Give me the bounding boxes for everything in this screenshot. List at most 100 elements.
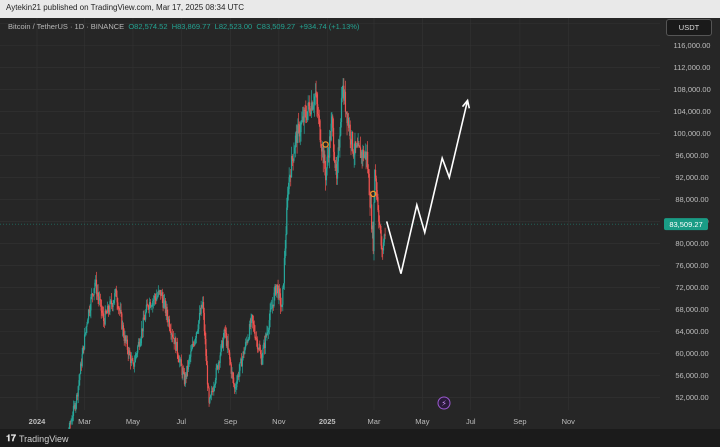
candle-body	[215, 367, 217, 381]
symbol-name: Bitcoin / TetherUS · 1D · BINANCE	[8, 22, 125, 31]
candle-body	[219, 355, 221, 364]
candle-body	[359, 145, 361, 148]
candle-body	[189, 356, 191, 359]
candle-body	[145, 312, 147, 320]
candle-body	[217, 362, 220, 369]
candle-body	[166, 306, 168, 316]
candle-body	[297, 123, 299, 143]
candle-body	[284, 248, 286, 258]
x-tick-label: Nov	[562, 417, 576, 426]
y-tick-label: 108,000.00	[673, 85, 711, 94]
candle-body	[275, 284, 278, 295]
candle-body	[233, 377, 235, 385]
x-tick-label: Mar	[368, 417, 381, 426]
candle-body	[115, 289, 117, 297]
candle-body	[317, 104, 319, 115]
candle-body	[113, 300, 115, 304]
candle-body	[286, 207, 288, 235]
candle-body	[79, 374, 81, 381]
candle-body	[313, 96, 316, 105]
y-tick-label: 64,000.00	[675, 327, 708, 336]
candle-body	[100, 299, 102, 311]
candle-body	[206, 365, 209, 385]
candle-body	[85, 326, 87, 333]
price-chart[interactable]: 52,000.00 56,000.00 60,000.00 64,000.00 68,0…	[0, 0, 720, 447]
y-tick-label: 104,000.00	[673, 107, 711, 116]
candle-body	[103, 313, 105, 322]
x-tick-label: 2024	[29, 417, 47, 426]
candle-body	[235, 387, 237, 389]
candle-body	[209, 397, 211, 403]
candle-body	[126, 339, 128, 350]
candle-body	[316, 94, 318, 105]
candle-body	[191, 348, 193, 352]
currency-button[interactable]: USDT	[666, 19, 712, 36]
candle-body	[281, 304, 283, 307]
candle-body	[264, 335, 266, 349]
candle-body	[250, 317, 252, 327]
candle-body	[241, 358, 243, 367]
candle-body	[145, 304, 148, 313]
candle-body	[110, 300, 113, 305]
candle-body	[228, 348, 230, 353]
candle-body	[291, 155, 293, 160]
candle-body	[326, 156, 328, 169]
x-tick-label: 2025	[319, 417, 336, 426]
tradingview-mark-icon: 𝟏𝟕	[6, 433, 17, 443]
candle-body	[196, 331, 198, 333]
candle-body	[220, 345, 222, 356]
candle-body	[176, 341, 178, 355]
candle-body	[244, 342, 247, 349]
candle-body	[279, 293, 282, 306]
candle-body	[368, 173, 370, 196]
y-tick-label: 112,000.00	[674, 63, 711, 72]
candle-body	[227, 340, 229, 349]
candle-body	[333, 151, 335, 162]
candle-body	[378, 221, 381, 226]
y-tick-label: 88,000.00	[675, 195, 708, 204]
candle-body	[233, 384, 236, 389]
candle-body	[180, 359, 182, 366]
candle-body	[363, 154, 366, 158]
candle-body	[269, 310, 271, 321]
candle-body	[267, 329, 270, 333]
candle-body	[151, 305, 153, 307]
candle-body	[266, 332, 268, 336]
candle-body	[377, 197, 379, 211]
candle-body	[168, 319, 171, 329]
candle-body	[83, 334, 86, 350]
candle-body	[294, 135, 297, 148]
candle-body	[107, 305, 109, 312]
tradingview-logo[interactable]: 𝟏𝟕 TradingView	[6, 433, 69, 444]
candle-body	[282, 287, 284, 305]
x-tick-label: Jul	[177, 417, 187, 426]
candle-body	[260, 350, 262, 355]
candle-body	[315, 93, 317, 95]
candle-body	[131, 358, 133, 361]
bottom-bar	[0, 429, 720, 447]
candle-body	[89, 310, 91, 313]
candle-body	[304, 109, 306, 111]
candle-body	[77, 386, 79, 397]
candle-body	[313, 104, 315, 107]
candle-body	[206, 355, 208, 366]
candle-body	[179, 360, 181, 363]
candle-body	[375, 178, 377, 190]
y-tick-label: 56,000.00	[675, 371, 708, 380]
candle-body	[230, 364, 232, 374]
candle-body	[213, 387, 215, 392]
candle-body	[332, 127, 335, 152]
candle-body	[214, 380, 217, 385]
candle-body	[232, 372, 234, 378]
x-tick-label: Sep	[513, 417, 526, 426]
candle-body	[190, 351, 192, 357]
candle-body	[94, 282, 96, 289]
candle-body	[214, 384, 216, 388]
last-price-label: 83,509.27	[669, 220, 702, 229]
candle-body	[116, 296, 118, 303]
candle-body	[349, 124, 351, 140]
x-tick-label: May	[415, 417, 429, 426]
close-value: C83,509.27	[256, 22, 296, 31]
candle-body	[339, 135, 341, 148]
candle-body	[198, 312, 201, 321]
